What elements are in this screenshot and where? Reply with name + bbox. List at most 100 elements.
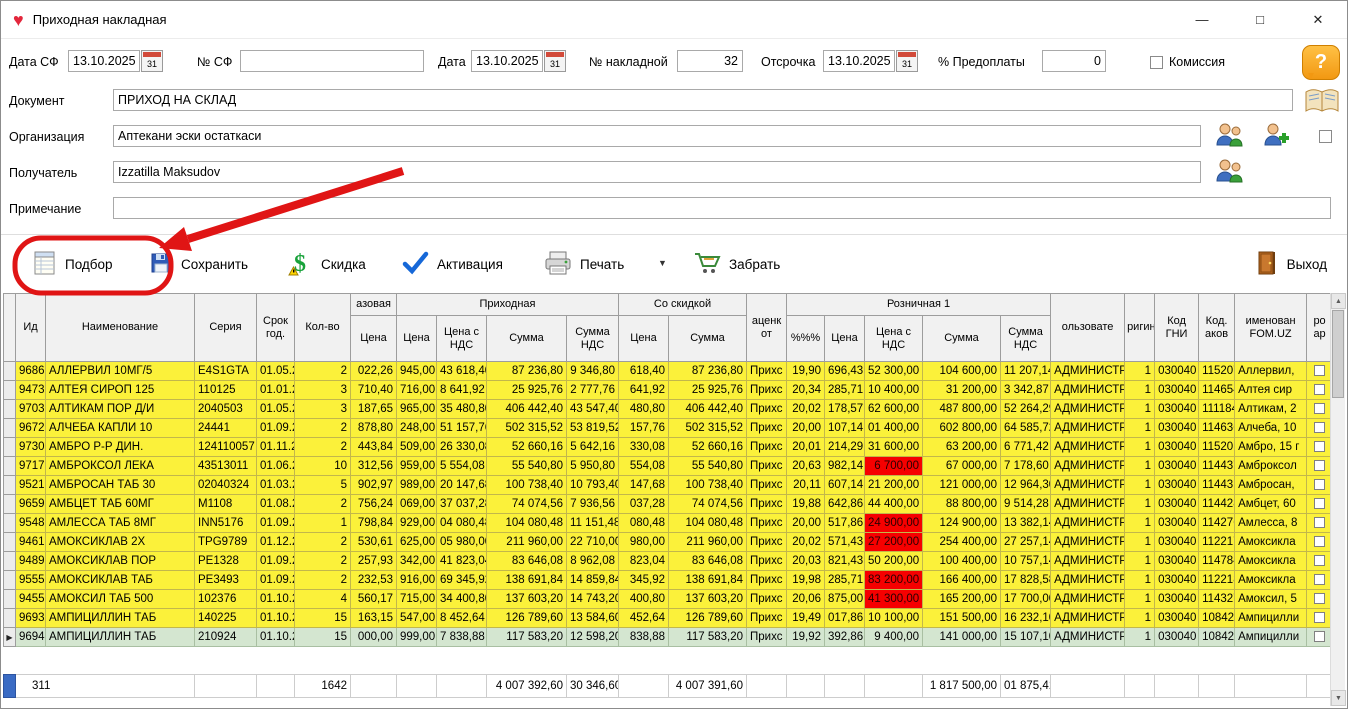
cell-retail-amount-vat[interactable]: 52 264,29 — [1001, 400, 1051, 419]
cell-price[interactable]: 248,00 — [397, 419, 437, 438]
podbor-button[interactable]: Подбор — [31, 246, 113, 282]
cell-amount[interactable]: 87 236,80 — [487, 362, 567, 381]
col-retail-price[interactable]: Цена — [825, 316, 865, 362]
receiver-input[interactable] — [113, 161, 1201, 183]
cell-kod-upak[interactable]: 108423 — [1199, 609, 1235, 628]
table-row[interactable]: 9455АМОКСИЛ ТАБ 50010237601.10.24560,177… — [4, 590, 1333, 609]
cell-percent[interactable]: 20,06 — [787, 590, 825, 609]
cell-retail-price-vat[interactable]: 10 100,00 — [865, 609, 923, 628]
cell-price-vat[interactable]: 34 400,80 — [437, 590, 487, 609]
activation-button[interactable]: Активация — [401, 246, 503, 282]
cell-amount[interactable]: 104 080,48 — [487, 514, 567, 533]
cell-amount-vat[interactable]: 11 151,48 — [567, 514, 619, 533]
cell-kod-gni[interactable]: 030040 — [1155, 628, 1199, 647]
select-receiver-people-icon[interactable] — [1213, 157, 1245, 190]
cell-disc-amount[interactable]: 138 691,84 — [669, 571, 747, 590]
cell-base-price[interactable]: 710,40 — [351, 381, 397, 400]
cell-name[interactable]: АМПИЦИЛЛИН ТАБ — [46, 609, 195, 628]
cell-price[interactable]: 945,00 — [397, 362, 437, 381]
cell-price[interactable]: 965,00 — [397, 400, 437, 419]
cell-srok[interactable]: 01.09.2 — [257, 514, 295, 533]
cell-amount[interactable]: 138 691,84 — [487, 571, 567, 590]
cell-kod-gni[interactable]: 030040 — [1155, 438, 1199, 457]
row-checkbox[interactable] — [1314, 441, 1325, 452]
cell-disc-amount[interactable]: 137 603,20 — [669, 590, 747, 609]
cell-original[interactable]: 1 — [1125, 476, 1155, 495]
cell-retail-price-vat[interactable]: 44 400,00 — [865, 495, 923, 514]
cell-fom-name[interactable]: Амлесса, 8 — [1235, 514, 1307, 533]
discount-button[interactable]: $ Скидка — [287, 246, 366, 282]
cell-flag[interactable] — [1307, 419, 1333, 438]
cell-amount-vat[interactable]: 14 743,20 — [567, 590, 619, 609]
cell-kod-gni[interactable]: 030040 — [1155, 514, 1199, 533]
col-srok[interactable]: Срок год. — [257, 294, 295, 362]
cell-base-price[interactable]: 902,97 — [351, 476, 397, 495]
cell-user[interactable]: АДМИНИСТРАТОР — [1051, 476, 1125, 495]
cell-kod-upak[interactable]: 114636 — [1199, 419, 1235, 438]
cell-retail-price-vat[interactable]: 50 200,00 — [865, 552, 923, 571]
cell-kod-upak[interactable]: 114327 — [1199, 590, 1235, 609]
cell-name[interactable]: АМБРОКСОЛ ЛЕКА — [46, 457, 195, 476]
cell-kod-upak[interactable]: 114431 — [1199, 476, 1235, 495]
cell-retail-price-vat[interactable]: 62 600,00 — [865, 400, 923, 419]
save-button[interactable]: Сохранить — [149, 246, 248, 282]
cell-srok[interactable]: 01.06.2 — [257, 457, 295, 476]
add-organization-person-plus-icon[interactable] — [1261, 121, 1293, 154]
cell-kod-gni[interactable]: 030040 — [1155, 552, 1199, 571]
cell-retail-price-vat[interactable]: 6 700,00 — [865, 457, 923, 476]
col-fom[interactable]: именован FOM.UZ — [1235, 294, 1307, 362]
cell-markup-from[interactable]: Прихс — [747, 609, 787, 628]
cell-fom-name[interactable]: Амоксикла — [1235, 571, 1307, 590]
cell-qty[interactable]: 5 — [295, 476, 351, 495]
cell-name[interactable]: АЛЧЕБА КАПЛИ 10 — [46, 419, 195, 438]
cell-seria[interactable]: 140225 — [195, 609, 257, 628]
cell-user[interactable]: АДМИНИСТРАТОР — [1051, 514, 1125, 533]
cell-retail-price[interactable]: 285,71 — [825, 381, 865, 400]
cell-amount-vat[interactable]: 43 547,40 — [567, 400, 619, 419]
cell-retail-amount-vat[interactable]: 17 828,58 — [1001, 571, 1051, 590]
cell-amount-vat[interactable]: 53 819,52 — [567, 419, 619, 438]
cell-srok[interactable]: 01.12.2 — [257, 533, 295, 552]
cell-price[interactable]: 625,00 — [397, 533, 437, 552]
cell-retail-amount-vat[interactable]: 3 342,87 — [1001, 381, 1051, 400]
cell-kod-gni[interactable]: 030040 — [1155, 476, 1199, 495]
cell-price[interactable]: 547,00 — [397, 609, 437, 628]
cell-amount[interactable]: 126 789,60 — [487, 609, 567, 628]
cell-fom-name[interactable]: Алтикам, 2 — [1235, 400, 1307, 419]
cell-qty[interactable]: 10 — [295, 457, 351, 476]
cell-user[interactable]: АДМИНИСТРАТОР — [1051, 419, 1125, 438]
cell-retail-price[interactable]: 285,71 — [825, 571, 865, 590]
cell-name[interactable]: АМБРО Р-Р ДИН. — [46, 438, 195, 457]
cell-seria[interactable]: 124110057 — [195, 438, 257, 457]
cell-disc-price[interactable]: 400,80 — [619, 590, 669, 609]
cell-qty[interactable]: 2 — [295, 571, 351, 590]
cell-flag[interactable] — [1307, 514, 1333, 533]
cell-fom-name[interactable]: Алтея сир — [1235, 381, 1307, 400]
cell-qty[interactable]: 2 — [295, 438, 351, 457]
cell-disc-price[interactable]: 345,92 — [619, 571, 669, 590]
print-dropdown-caret-icon[interactable]: ▼ — [658, 258, 667, 268]
cell-flag[interactable] — [1307, 400, 1333, 419]
cell-seria[interactable]: 110125 — [195, 381, 257, 400]
col-markup-from[interactable]: аценк от — [747, 294, 787, 362]
cell-id[interactable]: 9672 — [16, 419, 46, 438]
cell-disc-price[interactable]: 330,08 — [619, 438, 669, 457]
cell-disc-amount[interactable]: 74 074,56 — [669, 495, 747, 514]
table-row[interactable]: 9521АМБРОСАН ТАБ 300204032401.03.25902,9… — [4, 476, 1333, 495]
cell-original[interactable]: 1 — [1125, 628, 1155, 647]
cell-disc-price[interactable]: 980,00 — [619, 533, 669, 552]
cell-retail-price-vat[interactable]: 01 400,00 — [865, 419, 923, 438]
cell-retail-price[interactable]: 642,86 — [825, 495, 865, 514]
cell-id[interactable]: 9455 — [16, 590, 46, 609]
cell-id[interactable]: 9461 — [16, 533, 46, 552]
col-base-price[interactable]: Цена — [351, 316, 397, 362]
note-input[interactable] — [113, 197, 1331, 219]
cell-retail-price-vat[interactable]: 10 400,00 — [865, 381, 923, 400]
cell-srok[interactable]: 01.10.2 — [257, 590, 295, 609]
cell-retail-amount[interactable]: 151 500,00 — [923, 609, 1001, 628]
cell-price-vat[interactable]: 20 147,68 — [437, 476, 487, 495]
cell-retail-amount[interactable]: 487 800,00 — [923, 400, 1001, 419]
cell-seria[interactable]: 43513011 — [195, 457, 257, 476]
cell-original[interactable]: 1 — [1125, 495, 1155, 514]
cell-original[interactable]: 1 — [1125, 419, 1155, 438]
